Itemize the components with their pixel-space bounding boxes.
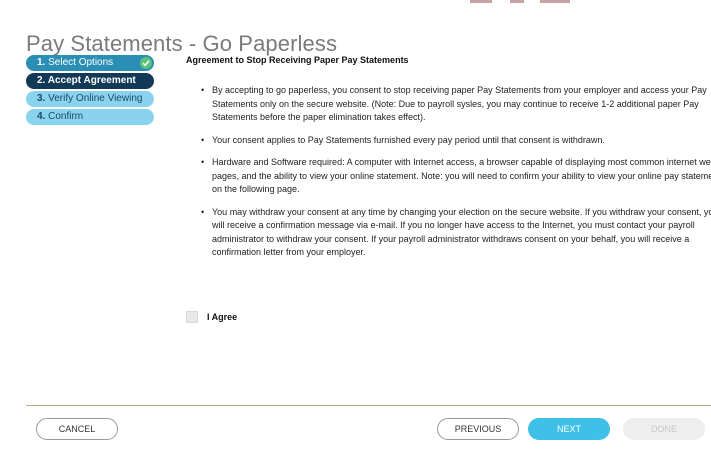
agreement-terms: • By accepting to go paperless, you cons…	[186, 84, 711, 260]
wizard-steps: 1. Select Options 2. Accept Agreement 3.…	[26, 55, 154, 127]
bullet-icon: •	[201, 206, 205, 217]
term-requirements: • Hardware and Software required: A comp…	[186, 156, 711, 197]
term-consent-duration: • Your consent applies to Pay Statements…	[186, 134, 711, 148]
step-number: 2.	[37, 75, 46, 86]
term-line: By accepting to go paperless, you consen…	[212, 85, 707, 95]
step-verify-online-viewing[interactable]: 3. Verify Online Viewing	[26, 91, 154, 107]
step-label: Confirm	[48, 111, 84, 122]
step-label: Accept Agreement	[47, 75, 136, 86]
step-accept-agreement[interactable]: 2. Accept Agreement	[26, 73, 154, 89]
term-line: Your consent applies to Pay Statements f…	[212, 134, 605, 145]
step-label: Select Options	[48, 57, 114, 68]
step-number: 4.	[37, 111, 46, 122]
cancel-button[interactable]: CANCEL	[36, 418, 118, 440]
term-line: Statements before the paper elimination …	[212, 112, 426, 122]
step-select-options[interactable]: 1. Select Options	[26, 55, 154, 71]
previous-button[interactable]: PREVIOUS	[437, 418, 519, 440]
agree-row: I Agree	[186, 310, 237, 324]
bullet-icon: •	[201, 134, 205, 145]
pay-statements-page: Pay Statements - Go Paperless 1. Select …	[0, 0, 711, 449]
term-line: will receive a confirmation message via …	[212, 220, 695, 230]
term-line: pages, and the ability to view your onli…	[212, 170, 711, 181]
done-button[interactable]: DONE	[623, 418, 705, 440]
agree-label: I Agree	[207, 312, 238, 322]
step-number: 1.	[37, 57, 46, 68]
term-line: Hardware and Software required: A comput…	[212, 157, 711, 167]
agreement-heading: Agreement to Stop Receiving Paper Pay St…	[186, 55, 409, 65]
term-line: Statements only on the secure website. (…	[212, 98, 699, 109]
agreement-content: Agreement to Stop Receiving Paper Pay St…	[186, 55, 711, 269]
check-icon	[140, 57, 152, 69]
bullet-icon: •	[201, 85, 205, 95]
step-number: 3.	[37, 93, 46, 104]
term-paperless-consent: • By accepting to go paperless, you cons…	[186, 84, 711, 125]
agree-checkbox[interactable]	[186, 311, 198, 323]
term-line: on the following page.	[212, 184, 300, 194]
term-withdraw-consent: • You may withdraw your consent at any t…	[186, 206, 711, 260]
next-button[interactable]: NEXT	[528, 418, 610, 440]
term-line: administrator to withdraw your consent. …	[212, 233, 690, 244]
step-label: Verify Online Viewing	[48, 93, 143, 104]
top-decoration	[470, 0, 600, 6]
bullet-icon: •	[201, 157, 205, 167]
step-confirm[interactable]: 4. Confirm	[26, 109, 154, 125]
page-title: Pay Statements - Go Paperless	[26, 30, 338, 56]
term-line: confirmation letter from your employer.	[212, 247, 366, 257]
footer-divider	[26, 405, 711, 406]
term-line: You may withdraw your consent at any tim…	[212, 206, 711, 217]
